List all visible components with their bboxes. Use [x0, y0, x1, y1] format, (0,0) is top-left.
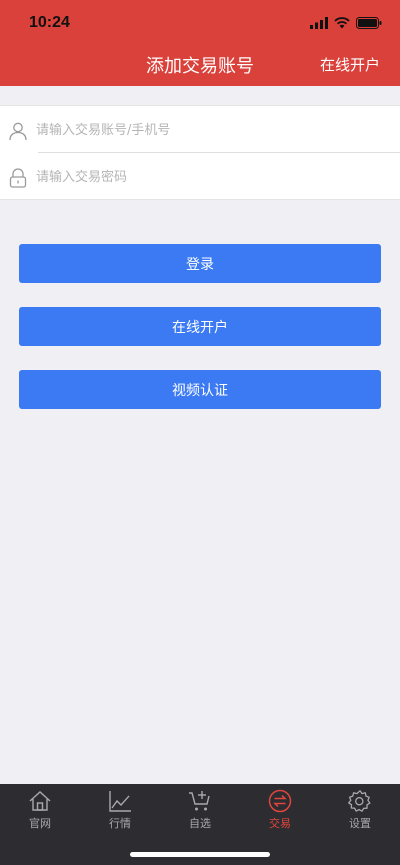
- video-verify-button[interactable]: 视频认证: [19, 370, 381, 409]
- login-button[interactable]: 登录: [19, 244, 381, 283]
- tab-watchlist[interactable]: 自选: [160, 789, 240, 839]
- password-row: [0, 153, 400, 200]
- home-icon: [29, 791, 51, 811]
- tab-label: 行情: [109, 817, 131, 830]
- tab-label: 自选: [189, 817, 211, 830]
- tab-market[interactable]: 行情: [80, 789, 160, 839]
- open-account-link[interactable]: 在线开户: [320, 54, 380, 75]
- battery-icon: [356, 17, 382, 29]
- exchange-icon: [268, 789, 292, 813]
- header-bar: 10:24 添加交易账号 在线开户: [0, 0, 400, 86]
- status-time: 10:24: [29, 14, 70, 31]
- home-indicator: [130, 852, 270, 857]
- lock-icon: [9, 168, 27, 188]
- gear-icon: [348, 790, 371, 812]
- password-input[interactable]: [36, 165, 386, 189]
- tab-website[interactable]: 官网: [0, 789, 80, 839]
- account-input[interactable]: [36, 118, 386, 142]
- open-account-button[interactable]: 在线开户: [19, 307, 381, 346]
- tab-trade[interactable]: 交易: [240, 789, 320, 839]
- tab-label: 官网: [29, 817, 51, 830]
- tab-label: 交易: [269, 817, 291, 830]
- tab-label: 设置: [349, 817, 371, 830]
- user-icon: [9, 122, 27, 141]
- signal-icon: [310, 17, 328, 29]
- status-bar: 10:24: [0, 0, 400, 46]
- login-form: [0, 105, 400, 200]
- tab-settings[interactable]: 设置: [320, 789, 400, 839]
- wifi-icon: [334, 17, 350, 29]
- status-icons: [310, 16, 382, 30]
- cart-icon: [189, 791, 210, 811]
- account-row: [0, 106, 400, 153]
- chart-icon: [109, 791, 131, 812]
